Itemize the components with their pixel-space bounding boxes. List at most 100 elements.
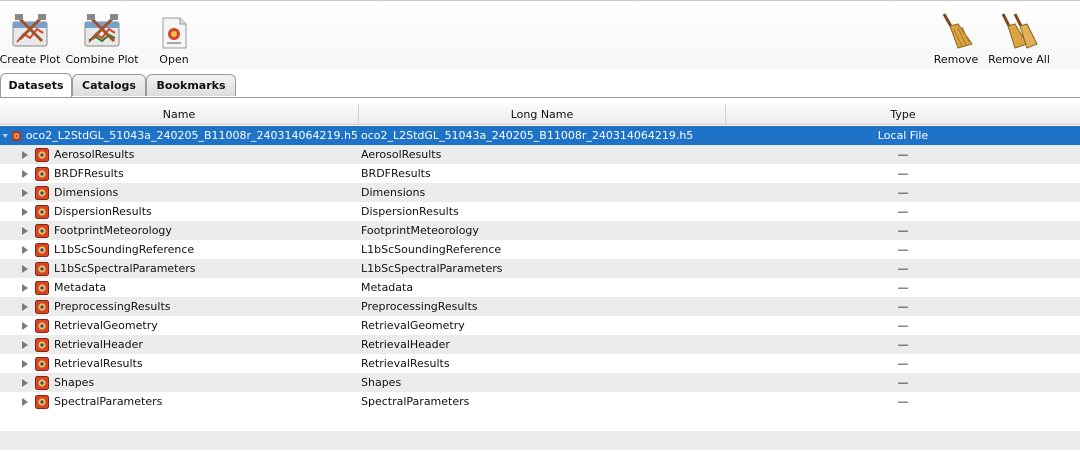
hdf5-icon [35, 394, 49, 409]
row-long-name: BRDFResults [361, 167, 431, 180]
row-name: BRDFResults [54, 167, 124, 180]
row-long-name: L1bScSpectralParameters [361, 262, 503, 275]
remove-button[interactable]: Remove [934, 12, 978, 66]
expand-triangle-icon[interactable] [20, 340, 30, 350]
hdf5-icon [35, 147, 49, 162]
table-row[interactable]: BRDFResults BRDFResults — [0, 164, 1080, 183]
expand-triangle-icon[interactable] [20, 226, 30, 236]
combine-plot-button[interactable]: Combine Plot [65, 12, 139, 66]
double-broom-icon [1001, 13, 1038, 49]
table-header: Name Long Name Type [0, 104, 1080, 125]
tab-datasets[interactable]: Datasets [0, 73, 72, 97]
table-row[interactable]: Shapes Shapes — [0, 373, 1080, 392]
open-label: Open [159, 53, 189, 66]
expand-triangle-icon[interactable] [20, 302, 30, 312]
row-name: L1bScSoundingReference [54, 243, 195, 256]
row-type: — [897, 224, 909, 237]
remove-all-button[interactable]: Remove All [988, 12, 1050, 66]
hdf5-icon [35, 204, 49, 219]
hdf5-icon [11, 130, 21, 141]
table-row[interactable]: SpectralParameters SpectralParameters — [0, 392, 1080, 411]
row-long-name: DispersionResults [361, 205, 459, 218]
row-type: — [897, 376, 909, 389]
expand-triangle-icon[interactable] [20, 150, 30, 160]
row-name: Dimensions [54, 186, 119, 199]
row-name: FootprintMeteorology [54, 224, 172, 237]
tab-catalogs[interactable]: Catalogs [72, 74, 146, 96]
row-type: — [897, 395, 909, 408]
hdf5-icon [35, 318, 49, 333]
expand-triangle-icon[interactable] [20, 264, 30, 274]
expand-triangle-icon[interactable] [20, 188, 30, 198]
row-type: — [897, 319, 909, 332]
root-name: oco2_L2StdGL_51043a_240205_B11008r_24031… [25, 129, 358, 142]
create-plot-button[interactable]: Create Plot [0, 12, 60, 66]
row-type: — [897, 357, 909, 370]
row-type: — [897, 148, 909, 161]
table-row[interactable]: DispersionResults DispersionResults — [0, 202, 1080, 221]
dataset-tree: oco2_L2StdGL_51043a_240205_B11008r_24031… [0, 126, 1080, 411]
expand-triangle-icon[interactable] [20, 245, 30, 255]
tab-bar: Datasets Catalogs Bookmarks [0, 73, 1080, 98]
remove-label: Remove [933, 53, 979, 66]
hdf5-icon [35, 299, 49, 314]
table-row[interactable]: Dimensions Dimensions — [0, 183, 1080, 202]
empty-row [0, 431, 1080, 450]
expand-triangle-icon[interactable] [20, 378, 30, 388]
row-name: PreprocessingResults [54, 300, 171, 313]
table-row[interactable]: Metadata Metadata — [0, 278, 1080, 297]
table-row[interactable]: L1bScSoundingReference L1bScSoundingRefer… [0, 240, 1080, 259]
column-header-name[interactable]: Name [0, 104, 359, 124]
row-name: RetrievalGeometry [54, 319, 158, 332]
hdf5-icon [35, 223, 49, 238]
table-row[interactable]: L1bScSpectralParameters L1bScSpectralPara… [0, 259, 1080, 278]
tab-bookmarks[interactable]: Bookmarks [146, 74, 236, 96]
row-long-name: Shapes [361, 376, 402, 389]
hdf5-icon [35, 280, 49, 295]
hdf5-icon [35, 337, 49, 352]
row-type: — [897, 281, 909, 294]
remove-all-label: Remove All [988, 53, 1050, 66]
row-long-name: RetrievalHeader [361, 338, 450, 351]
hdf5-icon [35, 185, 49, 200]
row-type: — [897, 243, 909, 256]
row-name: Shapes [54, 376, 95, 389]
expand-triangle-icon[interactable] [20, 397, 30, 407]
root-type: Local File [877, 129, 929, 142]
row-long-name: Metadata [361, 281, 414, 294]
expand-triangle-icon[interactable] [20, 283, 30, 293]
table-row[interactable]: AerosolResults AerosolResults — [0, 145, 1080, 164]
row-long-name: L1bScSoundingReference [361, 243, 502, 256]
column-header-long-name[interactable]: Long Name [359, 104, 726, 124]
column-header-type[interactable]: Type [726, 104, 1080, 124]
expand-triangle-icon[interactable] [20, 169, 30, 179]
open-button[interactable]: Open [154, 12, 194, 66]
row-name: Metadata [54, 281, 107, 294]
table-row-root[interactable]: oco2_L2StdGL_51043a_240205_B11008r_24031… [0, 126, 1080, 145]
row-type: — [897, 205, 909, 218]
expand-triangle-icon[interactable] [20, 359, 30, 369]
row-name: RetrievalResults [54, 357, 143, 370]
row-type: — [897, 300, 909, 313]
row-long-name: RetrievalGeometry [361, 319, 465, 332]
expand-triangle-icon[interactable] [20, 321, 30, 331]
expand-triangle-icon[interactable] [20, 207, 30, 217]
hdf5-icon [35, 356, 49, 371]
table-row[interactable]: RetrievalResults RetrievalResults — [0, 354, 1080, 373]
create-plot-label: Create Plot [0, 53, 61, 66]
row-long-name: PreprocessingResults [361, 300, 478, 313]
table-row[interactable]: FootprintMeteorology FootprintMeteorology… [0, 221, 1080, 240]
row-type: — [897, 167, 909, 180]
row-long-name: AerosolResults [361, 148, 442, 161]
table-row[interactable]: PreprocessingResults PreprocessingResults… [0, 297, 1080, 316]
row-type: — [897, 338, 909, 351]
table-row[interactable]: RetrievalGeometry RetrievalGeometry — [0, 316, 1080, 335]
hdf5-icon [35, 261, 49, 276]
hdf5-icon [35, 166, 49, 181]
broom-icon [942, 13, 973, 49]
toolbar: Create Plot Combine Plot Open Remove Rem… [0, 0, 1080, 69]
collapse-triangle-icon[interactable] [2, 131, 9, 141]
row-long-name: SpectralParameters [361, 395, 470, 408]
table-row[interactable]: RetrievalHeader RetrievalHeader — [0, 335, 1080, 354]
row-long-name: Dimensions [361, 186, 426, 199]
